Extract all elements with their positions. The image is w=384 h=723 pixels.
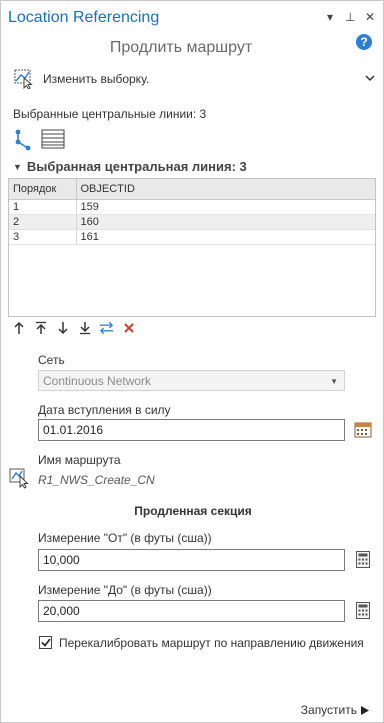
selected-centerline-section[interactable]: ▼ Выбранная центральная линия: 3	[13, 159, 247, 174]
route-name-label: Имя маршрута	[38, 453, 121, 467]
extend-route-pane: Location Referencing ▾ ⊥ ✕ ? Продлить ма…	[0, 0, 384, 723]
table-cell-order: 3	[9, 229, 77, 245]
run-button-label: Запустить	[300, 703, 357, 717]
effective-date-input[interactable]	[38, 419, 345, 441]
recalibrate-checkbox[interactable]	[39, 636, 52, 649]
select-features-icon	[14, 69, 33, 89]
to-measure-input[interactable]	[38, 600, 345, 622]
tool-title: Продлить маршрут	[109, 39, 253, 56]
table-cell-order: 2	[9, 214, 77, 230]
recalibrate-label: Перекалибровать маршрут по направлению д…	[59, 636, 364, 650]
move-down-icon[interactable]	[55, 320, 70, 335]
from-measure-input[interactable]	[38, 549, 345, 571]
centerline-table: Порядок OBJECTID 1 159 2 160 3 161	[8, 178, 376, 317]
row-order-toolbar	[11, 320, 136, 335]
from-measure-label: Измерение "От" (в футы (сша))	[38, 531, 212, 545]
options-menu-icon[interactable]: ▾	[325, 10, 335, 24]
modify-selection-label: Изменить выборку.	[43, 72, 150, 86]
calendar-icon[interactable]	[354, 420, 372, 441]
pane-title: Location Referencing	[8, 9, 160, 26]
table-row[interactable]: 1 159	[9, 199, 375, 215]
reverse-order-icon[interactable]	[99, 320, 114, 335]
move-to-bottom-icon[interactable]	[77, 320, 92, 335]
effective-date-label: Дата вступления в силу	[38, 403, 171, 417]
route-name-value: R1_NWS_Create_CN	[38, 473, 155, 487]
pin-icon[interactable]: ⊥	[345, 10, 355, 24]
table-cell-order: 1	[9, 199, 77, 215]
network-label: Сеть	[38, 353, 65, 367]
table-cell-objectid: 159	[76, 199, 375, 215]
select-centerlines-icon[interactable]	[14, 129, 32, 154]
table-cell-objectid: 160	[76, 214, 375, 230]
calculator-icon[interactable]	[356, 551, 370, 568]
run-button[interactable]: Запустить	[301, 703, 369, 717]
column-header-objectid[interactable]: OBJECTID	[76, 179, 375, 200]
selected-centerlines-count: Выбранные центральные линии: 3	[13, 107, 207, 121]
table-row[interactable]: 2 160	[9, 214, 375, 230]
extension-section-title: Продленная секция	[134, 504, 252, 518]
move-to-top-icon[interactable]	[33, 320, 48, 335]
to-measure-label: Измерение "До" (в футы (сша))	[38, 583, 212, 597]
route-pick-icon[interactable]	[9, 467, 31, 492]
delete-icon[interactable]	[121, 320, 136, 335]
selected-centerline-section-label: Выбранная центральная линия: 3	[26, 159, 247, 174]
play-icon	[361, 705, 369, 715]
dropdown-arrow-icon[interactable]: ▼	[330, 377, 338, 386]
table-row[interactable]: 3 161	[9, 229, 375, 245]
table-view-icon[interactable]	[41, 129, 65, 152]
table-header-row: Порядок OBJECTID	[9, 179, 375, 200]
close-icon[interactable]: ✕	[365, 10, 375, 24]
network-select-value: Continuous Network	[43, 374, 152, 388]
window-controls: ▾ ⊥ ✕	[325, 10, 375, 24]
chevron-down-icon[interactable]	[365, 74, 375, 85]
move-up-icon[interactable]	[11, 320, 26, 335]
calculator-icon[interactable]	[356, 602, 370, 619]
table-cell-objectid: 161	[76, 229, 375, 245]
network-select[interactable]: Continuous Network ▼	[38, 370, 345, 391]
collapse-arrow-icon[interactable]: ▼	[13, 162, 22, 172]
column-header-order[interactable]: Порядок	[9, 179, 77, 200]
checkmark-icon	[40, 638, 51, 647]
modify-selection-button[interactable]: Изменить выборку.	[13, 67, 375, 91]
